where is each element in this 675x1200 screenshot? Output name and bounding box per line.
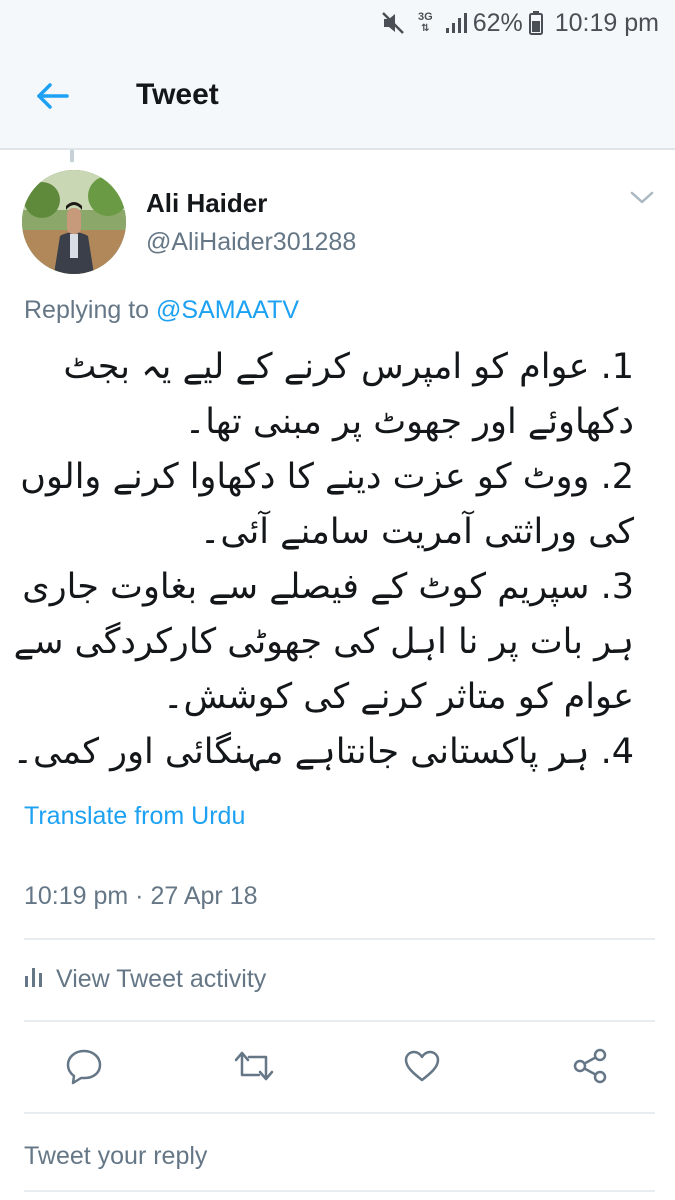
reply-button[interactable] — [62, 1046, 106, 1090]
chevron-down-icon — [630, 191, 654, 210]
retweet-icon — [233, 1049, 275, 1088]
signal-icon — [445, 12, 467, 34]
replying-to-mention-link[interactable]: @SAMAATV — [156, 296, 299, 324]
view-tweet-activity-label: View Tweet activity — [56, 965, 267, 993]
divider — [24, 1112, 655, 1114]
replying-to-line: Replying to @SAMAATV — [24, 296, 299, 325]
tweet-options-button[interactable] — [624, 186, 660, 214]
reply-input-underline — [24, 1190, 655, 1192]
tweet-reply-input[interactable]: Tweet your reply — [24, 1142, 207, 1171]
share-button[interactable] — [568, 1046, 612, 1090]
translate-link[interactable]: Translate from Urdu — [24, 802, 245, 831]
back-arrow-icon — [35, 82, 69, 115]
divider — [24, 938, 655, 940]
reply-icon — [65, 1047, 103, 1090]
tweet-text-line: 4. ہر پاکستانی جانتاہے مہنگائی اور کمی۔ — [12, 732, 634, 772]
heart-icon — [403, 1049, 441, 1088]
author-display-name[interactable]: Ali Haider — [146, 188, 267, 219]
tweet-text-line: عوام کو متاثر کرنے کی کوشش۔ — [162, 677, 634, 717]
tweet-text-line: 1. عوام کو امپرس کرنے کے لیے یہ بجٹ — [63, 347, 634, 387]
app-header: Tweet — [0, 46, 675, 150]
back-button[interactable] — [24, 74, 80, 122]
avatar[interactable] — [22, 170, 126, 274]
share-icon — [571, 1047, 609, 1090]
status-time: 10:19 pm — [554, 8, 659, 37]
tweet-text: 1. عوام کو امپرس کرنے کے لیے یہ بجٹ دکھا… — [12, 340, 634, 780]
bar-chart-icon — [24, 964, 56, 995]
author-handle[interactable]: @AliHaider301288 — [146, 228, 356, 257]
tweet-text-line: کی وراثتی آمریت سامنے آئی۔ — [199, 512, 634, 552]
network-type-label: 3G — [418, 11, 433, 23]
tweet-text-line: 2. ووٹ کو عزت دینے کا دکھاوا کرنے والوں — [20, 457, 634, 497]
tweet-text-line: دکھاوئے اور جھوٹ پر مبنی تھا۔ — [184, 402, 634, 442]
replying-to-prefix: Replying to — [24, 296, 150, 324]
thread-connector-line — [70, 150, 74, 162]
battery-icon — [528, 11, 543, 35]
tweet-text-line: 3. سپریم کوٹ کے فیصلے سے بغاوت جاری — [22, 567, 634, 607]
divider — [24, 1020, 655, 1022]
battery-percent: 62% — [472, 8, 523, 37]
like-button[interactable] — [400, 1046, 444, 1090]
tweet-timestamp: 10:19 pm · 27 Apr 18 — [24, 882, 258, 910]
retweet-button[interactable] — [232, 1046, 276, 1090]
page-title: Tweet — [136, 78, 219, 111]
view-tweet-activity-button[interactable]: View Tweet activity — [24, 964, 266, 995]
mute-icon — [380, 10, 406, 36]
tweet-text-line: ہر بات پر نا اہل کی جھوٹی کارکردگی سے — [13, 622, 634, 662]
status-bar: 3G ⇅ 62% 10:19 pm — [0, 0, 675, 46]
network-3g-icon: 3G ⇅ — [418, 11, 433, 35]
